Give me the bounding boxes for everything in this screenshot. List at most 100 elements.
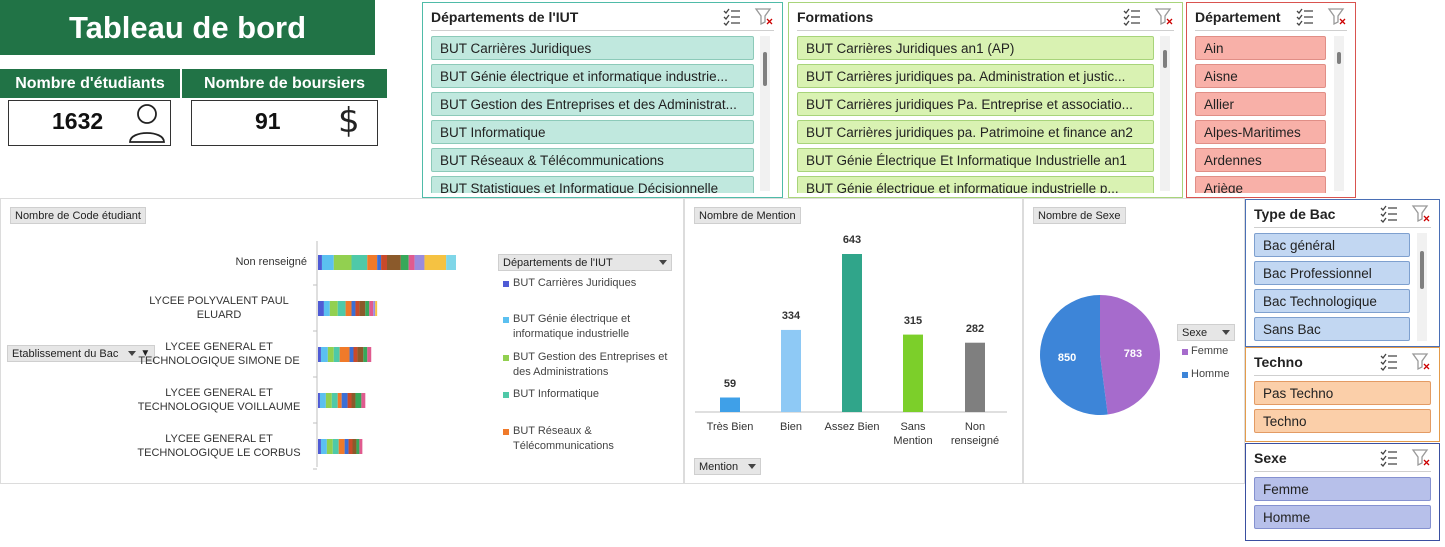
slicer-item[interactable]: BUT Génie électrique et informatique ind… xyxy=(431,64,754,88)
slicer-item[interactable]: BUT Carrières Juridiques xyxy=(431,36,754,60)
slicer-item[interactable]: BUT Statistiques et Informatique Décisio… xyxy=(431,176,754,193)
slicer-item[interactable]: Pas Techno xyxy=(1254,381,1431,405)
slicer-item[interactable]: Allier xyxy=(1195,92,1326,116)
kpi-students-value: 1632 xyxy=(52,108,104,134)
legend-swatch xyxy=(503,355,509,361)
legend-field-chip[interactable]: Départements de l'IUT xyxy=(498,254,672,271)
bar-segment xyxy=(387,255,401,270)
bar-segment xyxy=(325,393,332,408)
legend-item: BUT Gestion des Entreprises et des Admini… xyxy=(513,351,668,378)
scrollbar[interactable] xyxy=(760,36,770,191)
chart-mention-panel: Nombre de Mention Mention 59 Très Bien 334… xyxy=(684,198,1023,484)
slicer-item[interactable]: Sans Bac xyxy=(1254,317,1410,341)
category-label: LYCEE POLYVALENT PAUL ELUARD xyxy=(149,295,289,321)
multi-select-icon[interactable] xyxy=(1379,351,1399,376)
bar-segment xyxy=(361,393,366,408)
slicer-item[interactable]: Alpes-Maritimes xyxy=(1195,120,1326,144)
slicer-item[interactable]: Ariège xyxy=(1195,176,1326,193)
bar-segment xyxy=(357,347,364,362)
slicer-item[interactable]: BUT Réseaux & Télécommunications xyxy=(431,148,754,172)
bar-segment xyxy=(355,301,360,316)
bar-segment xyxy=(400,255,409,270)
dollar-icon: $ xyxy=(338,101,360,141)
category-label: Non renseigné xyxy=(235,256,307,268)
scrollbar[interactable] xyxy=(1160,36,1170,191)
slicer-departements-iut: Départements de l'IUT BUT Carrières Juri… xyxy=(422,2,783,198)
clear-filter-icon[interactable] xyxy=(1327,6,1347,31)
bar-segment xyxy=(352,439,357,454)
clear-filter-icon[interactable] xyxy=(1154,6,1174,31)
slicer-formations: Formations BUT Carrières Juridiques an1 … xyxy=(788,2,1183,198)
clear-filter-icon[interactable] xyxy=(1411,203,1431,228)
slicer-item[interactable]: Bac Professionnel xyxy=(1254,261,1410,285)
chart-sexe-panel: Nombre de Sexe 783 850 Sexe Femme Homme xyxy=(1023,198,1245,484)
scrollbar-thumb[interactable] xyxy=(763,52,767,86)
category-label: Assez Bien xyxy=(824,421,880,433)
bar-segment xyxy=(367,347,372,362)
slicer-title: Type de Bac xyxy=(1254,206,1336,222)
legend-swatch xyxy=(1182,349,1188,355)
scrollbar[interactable] xyxy=(1334,36,1344,191)
legend-item: BUT Génie électrique et informatique indu… xyxy=(513,313,631,340)
mention-field-chip[interactable]: Mention xyxy=(694,458,762,475)
bar-segment xyxy=(327,347,334,362)
multi-select-icon[interactable] xyxy=(1379,447,1399,472)
person-icon xyxy=(127,102,167,149)
category-label: Très Bien xyxy=(706,421,754,433)
legend-item: BUT Informatique xyxy=(513,388,600,400)
slicer-item[interactable]: BUT Carrières Juridiques an1 (AP) xyxy=(797,36,1154,60)
slicer-item[interactable]: Bac général xyxy=(1254,233,1410,257)
category-label: Non renseigné xyxy=(950,421,1000,447)
legend-item: BUT Carrières Juridiques xyxy=(513,277,637,289)
bar-segment xyxy=(369,301,374,316)
bar-segment xyxy=(337,301,346,316)
slicer-item[interactable]: BUT Carrières juridiques pa. Administrat… xyxy=(797,64,1154,88)
slicer-item[interactable]: Femme xyxy=(1254,477,1431,501)
bar-segment xyxy=(321,255,334,270)
slicer-item[interactable]: Aisne xyxy=(1195,64,1326,88)
slicer-title: Techno xyxy=(1254,354,1303,370)
bar xyxy=(781,329,801,412)
category-label: Bien xyxy=(779,421,803,433)
bar-segment xyxy=(375,301,378,316)
bar-segment xyxy=(359,439,363,454)
bar-segment xyxy=(414,255,425,270)
slicer-item[interactable]: BUT Carrières juridiques pa. Patrimoine … xyxy=(797,120,1154,144)
slicer-item[interactable]: BUT Informatique xyxy=(431,120,754,144)
slicer-item[interactable]: BUT Génie Électrique Et Informatique Ind… xyxy=(797,148,1154,172)
bar-segment xyxy=(318,393,320,408)
scrollbar[interactable] xyxy=(1417,233,1427,341)
multi-select-icon[interactable] xyxy=(1379,203,1399,228)
bar-segment xyxy=(320,347,328,362)
multi-select-icon[interactable] xyxy=(1122,6,1142,31)
legend-item: BUT Réseaux & Télécommunications xyxy=(513,425,614,452)
slicer-item[interactable]: BUT Génie électrique et informatique ind… xyxy=(797,176,1154,193)
slicer-item[interactable]: Homme xyxy=(1254,505,1431,529)
legend-field-chip[interactable]: Sexe xyxy=(1177,324,1235,341)
bar-segment xyxy=(347,393,352,408)
bar xyxy=(965,342,985,412)
slicer-item[interactable]: Ain xyxy=(1195,36,1326,60)
dashboard-title: Tableau de bord xyxy=(0,0,375,55)
scrollbar-thumb[interactable] xyxy=(1420,251,1424,289)
multi-select-icon[interactable] xyxy=(1295,6,1315,31)
slicer-item[interactable]: Techno xyxy=(1254,409,1431,433)
pie-chart: 783 850 xyxy=(1040,295,1161,415)
data-label: 59 xyxy=(723,377,737,390)
scrollbar-thumb[interactable] xyxy=(1337,52,1341,64)
slicer-item[interactable]: Ardennes xyxy=(1195,148,1326,172)
slicer-item[interactable]: BUT Gestion des Entreprises et des Admin… xyxy=(431,92,754,116)
clear-filter-icon[interactable] xyxy=(1411,447,1431,472)
scrollbar-thumb[interactable] xyxy=(1163,50,1167,68)
slicer-sexe: Sexe Femme Homme xyxy=(1245,443,1440,541)
bar-segment xyxy=(367,255,378,270)
multi-select-icon[interactable] xyxy=(722,6,742,31)
bar-segment xyxy=(329,301,338,316)
pie-label: 783 xyxy=(1124,348,1142,360)
data-label: 334 xyxy=(781,309,801,322)
slicer-item[interactable]: BUT Carrières juridiques Pa. Entreprise … xyxy=(797,92,1154,116)
clear-filter-icon[interactable] xyxy=(754,6,774,31)
clear-filter-icon[interactable] xyxy=(1411,351,1431,376)
bar-segment xyxy=(337,393,342,408)
slicer-item[interactable]: Bac Technologique xyxy=(1254,289,1410,313)
